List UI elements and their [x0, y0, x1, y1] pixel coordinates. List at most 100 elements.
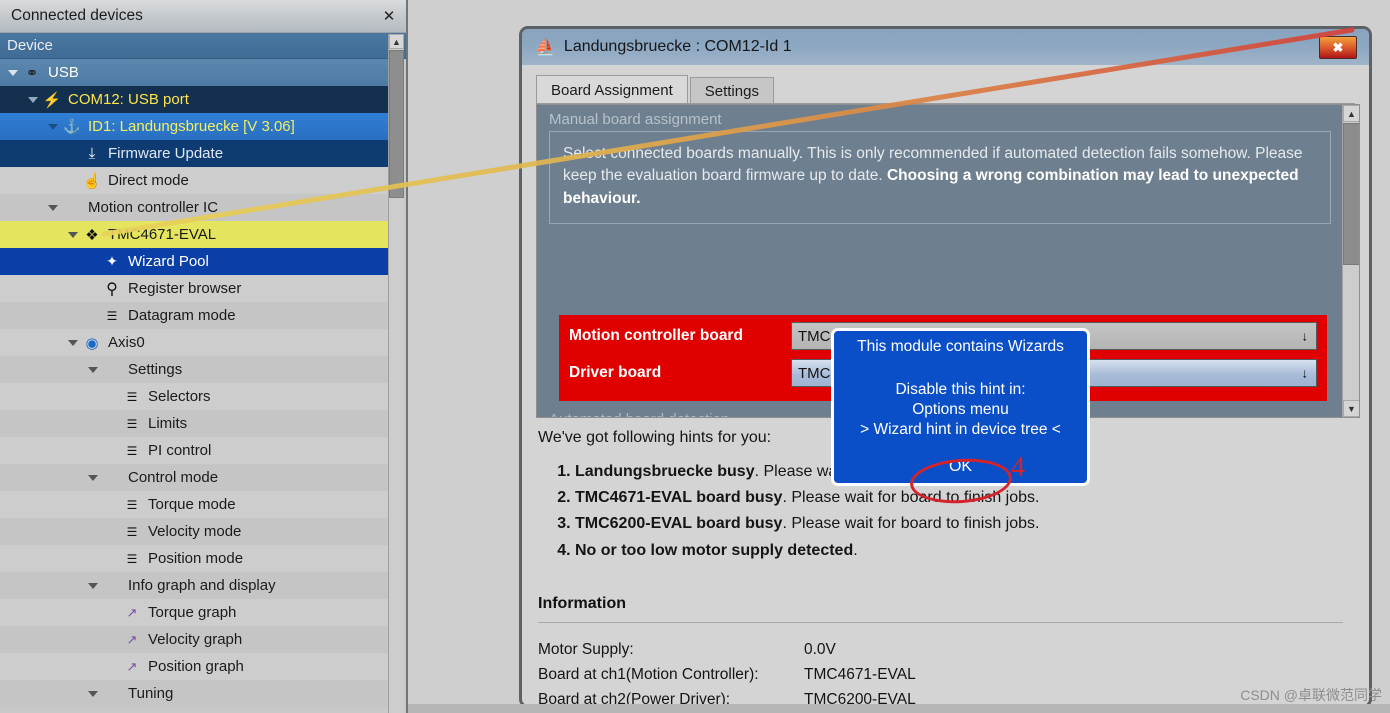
tree-item-selectors[interactable]: ☰ Selectors — [0, 383, 392, 410]
expand-arrow-icon[interactable] — [68, 338, 78, 348]
expand-arrow-icon[interactable] — [68, 230, 78, 240]
tree-item-velocity-mode[interactable]: ☰ Velocity mode — [0, 518, 392, 545]
dialog-close-button[interactable]: ✖ — [1319, 36, 1357, 59]
expand-arrow-icon[interactable] — [8, 68, 18, 78]
tree-item-velocity-graph[interactable]: ↗ Velocity graph — [0, 626, 392, 653]
dialog-title: Landungsbruecke : COM12-Id 1 — [563, 38, 792, 55]
tree-item-label: Info graph and display — [128, 577, 276, 594]
chevron-down-icon: ↓ — [1301, 365, 1309, 381]
hint-item-bold: No or too low motor supply detected — [575, 541, 854, 559]
tree-item-register-browser[interactable]: ⚲ Register browser — [0, 275, 392, 302]
tree-item-info-graph-and-display[interactable]: Info graph and display — [0, 572, 392, 599]
sliders-icon: ☰ — [126, 551, 138, 566]
scroll-up-button[interactable]: ▲ — [389, 34, 404, 49]
tree-item-position-mode[interactable]: ☰ Position mode — [0, 545, 392, 572]
hint-list-item: TMC4671-EVAL board busy. Please wait for… — [575, 486, 1348, 509]
hint-item-bold: Landungsbruecke busy — [575, 463, 755, 480]
hint-ok-button[interactable]: OK — [834, 458, 1087, 476]
hint-line-4: > Wizard hint in device tree < — [860, 421, 1061, 438]
close-icon[interactable]: ✕ — [380, 7, 398, 25]
information-value: TMC4671-EVAL — [804, 665, 916, 683]
wizard-hint-popup: This module contains Wizards Disable thi… — [831, 328, 1090, 486]
tree-no-icon — [102, 468, 122, 488]
tree-item-label: Limits — [148, 415, 188, 432]
connected-devices-panel: Connected devices ✕ Device ⚭ USB ⚡ COM12: U… — [0, 0, 408, 713]
tree-item-settings[interactable]: Settings — [0, 356, 392, 383]
hint-item-rest: . Please wait for board to finish jobs. — [782, 489, 1040, 507]
manual-group-box: Select connected boards manually. This i… — [549, 131, 1331, 225]
information-divider — [538, 622, 1343, 623]
magnifier-icon: ⚲ — [106, 280, 118, 298]
tree-item-id1-landungsbruecke-v-3-06[interactable]: ⚓ ID1: Landungsbruecke [V 3.06] — [0, 113, 392, 140]
tree-item-label: COM12: USB port — [68, 91, 189, 108]
pane-scroll-up-button[interactable]: ▲ — [1343, 105, 1359, 122]
tree-item-com12-usb-port[interactable]: ⚡ COM12: USB port — [0, 86, 392, 113]
tree-item-label: Motion controller IC — [88, 199, 219, 216]
tab-settings[interactable]: Settings — [689, 77, 774, 104]
tree-item-label: Tuning — [128, 685, 174, 702]
tree-item-label: Register browser — [128, 280, 242, 297]
expand-arrow-icon[interactable] — [48, 122, 58, 132]
tree-item-usb[interactable]: ⚭ USB — [0, 59, 392, 86]
pane-scroll-thumb[interactable] — [1343, 123, 1359, 265]
tree-item-label: Direct mode — [108, 172, 189, 189]
sliders-icon: ☰ — [126, 416, 138, 431]
tree-item-label: Velocity mode — [148, 523, 242, 540]
tree-no-icon — [102, 360, 122, 380]
tree-item-pi-control[interactable]: ☰ PI control — [0, 437, 392, 464]
device-tree-scrollbar[interactable]: ▲ — [388, 34, 404, 713]
expand-arrow-icon[interactable] — [88, 473, 98, 483]
tree-no-icon — [102, 684, 122, 704]
tree-item-label: PI control — [148, 442, 212, 459]
tree-item-wizard-pool[interactable]: ✦ Wizard Pool — [0, 248, 392, 275]
tree-item-label: Datagram mode — [128, 307, 236, 324]
information-row: Board at ch1(Motion Controller): TMC4671-… — [538, 662, 916, 687]
tree-item-torque-mode[interactable]: ☰ Torque mode — [0, 491, 392, 518]
tree-item-limits[interactable]: ☰ Limits — [0, 410, 392, 437]
sliders-icon: ☰ — [126, 524, 138, 539]
device-tree[interactable]: ⚭ USB ⚡ COM12: USB port ⚓ ID1: Landungsbrueck… — [0, 59, 392, 713]
tree-item-label: ID1: Landungsbruecke [V 3.06] — [88, 118, 295, 135]
annotation-number: 4 — [1011, 452, 1025, 483]
tree-item-tuning[interactable]: Tuning — [0, 680, 392, 707]
expand-arrow-icon[interactable] — [88, 581, 98, 591]
tree-item-label: Firmware Update — [108, 145, 224, 162]
tree-item-tmc4671-eval[interactable]: ❖ TMC4671-EVAL — [0, 221, 392, 248]
tab-board-assignment[interactable]: Board Assignment — [536, 75, 688, 104]
information-value: 0.0V — [804, 640, 836, 658]
tree-item-motion-controller-ic[interactable]: Motion controller IC — [0, 194, 392, 221]
pane-scrollbar[interactable]: ▲ ▼ — [1342, 105, 1359, 417]
hint-item-bold: TMC4671-EVAL board busy — [575, 489, 783, 507]
panel-title: Connected devices — [11, 7, 143, 24]
hint-item-rest: . Please wait for board to finish jobs. — [782, 515, 1040, 533]
tree-item-position-graph[interactable]: ↗ Position graph — [0, 653, 392, 680]
tree-item-control-mode[interactable]: Control mode — [0, 464, 392, 491]
expand-arrow-icon[interactable] — [48, 203, 58, 213]
pane-scroll-down-button[interactable]: ▼ — [1343, 400, 1359, 417]
tree-item-datagram-mode[interactable]: ☰ Datagram mode — [0, 302, 392, 329]
hand-icon: ☝ — [82, 172, 102, 190]
tree-item-label: USB — [48, 64, 79, 81]
tree-item-direct-mode[interactable]: ☝ Direct mode — [0, 167, 392, 194]
chip-icon: ❖ — [85, 226, 99, 244]
sliders-icon: ☰ — [126, 443, 138, 458]
tree-item-firmware-update[interactable]: ⤓ Firmware Update — [0, 140, 392, 167]
tree-item-axis0[interactable]: ◉ Axis0 — [0, 329, 392, 356]
information-key: Board at ch1(Motion Controller): — [538, 665, 759, 683]
dialog-titlebar: ⛵ Landungsbruecke : COM12-Id 1 ✖ — [522, 29, 1369, 65]
dialog-tabs[interactable]: Board Assignment Settings — [536, 75, 1369, 104]
tree-item-torque-graph[interactable]: ↗ Torque graph — [0, 599, 392, 626]
axis-icon: ◉ — [85, 334, 99, 352]
expand-arrow-icon[interactable] — [28, 95, 38, 105]
expand-arrow-icon[interactable] — [88, 365, 98, 375]
scroll-thumb[interactable] — [389, 50, 404, 198]
expand-arrow-icon[interactable] — [88, 689, 98, 699]
